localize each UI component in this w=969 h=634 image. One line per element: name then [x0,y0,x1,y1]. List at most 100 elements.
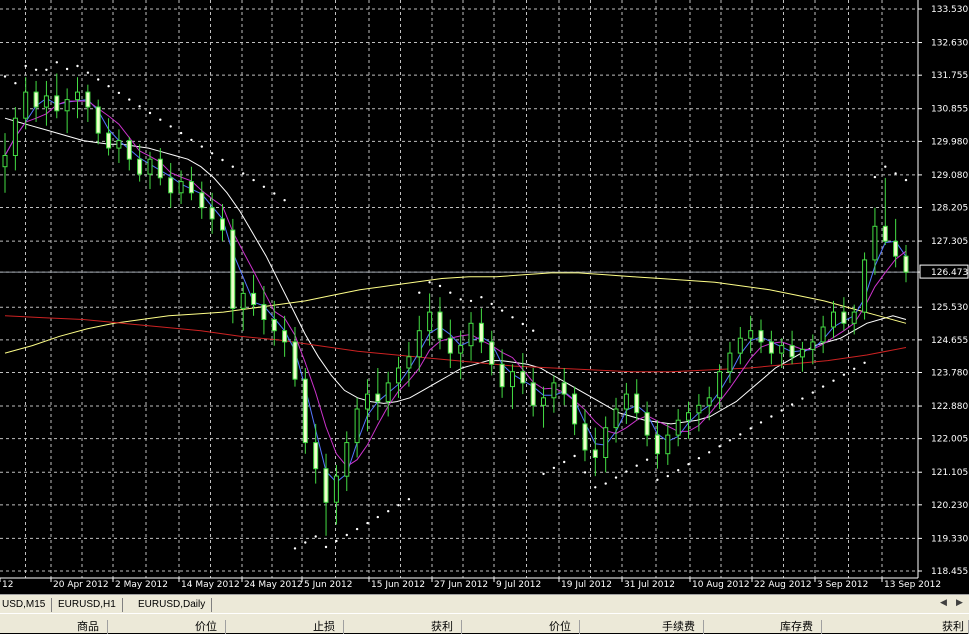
sar-dot [314,535,317,538]
sar-dot [355,527,359,531]
column-swap[interactable]: 库存费 [704,620,822,634]
chart-tab-eurusd-h1[interactable]: EURUSD,H1 [56,598,123,612]
tabs-scroll-left-icon[interactable]: ◀ [940,597,947,608]
date-axis: 12 20 Apr 2012 2 May 2012 14 May 2012 24 May… [0,577,941,590]
price-label: 133.530 [931,5,968,15]
candle-body [541,397,546,406]
candle-body [810,341,816,350]
sar-dot [904,178,908,182]
candle-body [199,192,205,209]
candle-body [230,229,236,309]
sar-dot [138,105,141,108]
sar-dot [252,178,255,182]
column-stop-loss[interactable]: 止损 [226,620,344,634]
candle-body [582,423,588,451]
candle-body [768,341,774,354]
candle-body [313,442,319,470]
candle-body [551,382,557,399]
date-label: 24 May 2012 [244,580,303,590]
fast-ma-magenta-line [4,100,907,468]
candle-body [375,393,381,403]
candle-body [686,412,691,421]
sar-dot [542,472,545,476]
sar-dot [459,298,462,301]
date-label: 13 Sep 2012 [884,580,941,590]
candle-body [85,91,91,108]
sar-dot [739,433,742,436]
candle-body [416,330,422,358]
candle-body [841,311,847,324]
candle-body [592,449,598,458]
chart-grid [0,0,918,578]
column-take-profit[interactable]: 获利 [344,620,462,634]
sar-dot [790,403,794,406]
sar-dot [210,152,214,155]
column-price[interactable]: 价位 [108,620,226,634]
candle-body [54,95,60,112]
candle-body [95,106,101,134]
column-commission[interactable]: 手续费 [580,620,704,634]
column-symbol[interactable]: 商品 [0,620,108,634]
candle-body [478,322,484,343]
column-price-2[interactable]: 价位 [462,620,580,634]
candle-body [468,322,474,347]
candle-body [851,311,857,324]
sar-dot [366,521,369,525]
sar-dot [873,175,877,179]
sar-dot [3,75,7,78]
sar-dot [34,68,38,72]
sar-dot [179,131,183,135]
sar-dot [335,539,338,543]
sar-dot [24,64,27,68]
column-profit[interactable]: 获利 [822,620,969,634]
price-label: 128.205 [931,204,968,214]
candle-body [188,181,194,194]
candle-body [365,393,370,410]
candle-body [458,345,464,354]
candle-body [603,427,609,459]
date-label: 10 Aug 2012 [692,580,750,590]
sar-dot [387,510,390,513]
tabs-scroll-right-icon[interactable]: ▶ [956,597,963,608]
chart-tab-eurusd-daily[interactable]: EURUSD,Daily [136,598,213,612]
price-label: 129.080 [931,171,968,181]
candle-body [354,408,360,444]
candle-body [737,337,743,354]
date-label: 5 Jun 2012 [304,580,352,590]
candle-body [261,304,267,321]
chart-area[interactable]: 133.530 132.630 131.755 130.855 129.980 129.0… [0,0,969,594]
sar-dot [749,427,752,430]
price-label: 122.880 [931,402,968,412]
date-label: 14 May 2012 [181,580,240,590]
sar-dot [490,302,493,306]
candle-body [727,352,733,373]
price-label: 124.655 [931,336,968,346]
candle-body [634,393,640,414]
sar-dot [480,296,483,299]
candle-body [23,91,29,119]
candle-body [520,371,526,384]
candle-body [33,91,39,108]
sar-dot [159,118,162,121]
price-label: 129.980 [931,137,968,147]
sar-dot [242,172,245,175]
candle-body [64,99,70,112]
candle-body [147,158,153,175]
sar-dot [677,469,680,472]
price-label: 122.005 [931,435,968,445]
sar-dot [697,457,701,460]
candle-body [323,468,329,503]
candle-body [644,412,650,436]
candle-body [510,371,515,388]
sar-dot [656,478,659,481]
candle-body [137,158,143,175]
sar-dot [65,67,69,71]
sar-dot [428,281,431,284]
sar-dot [894,172,897,175]
price-chart[interactable]: 133.530 132.630 131.755 130.855 129.980 129.0… [0,0,969,594]
sar-dot [801,397,804,400]
date-label: 15 Jun 2012 [371,580,425,590]
sar-dot [759,421,763,424]
sar-dot [293,547,297,550]
chart-tab-usd-m15[interactable]: USD,M15 [0,598,53,612]
